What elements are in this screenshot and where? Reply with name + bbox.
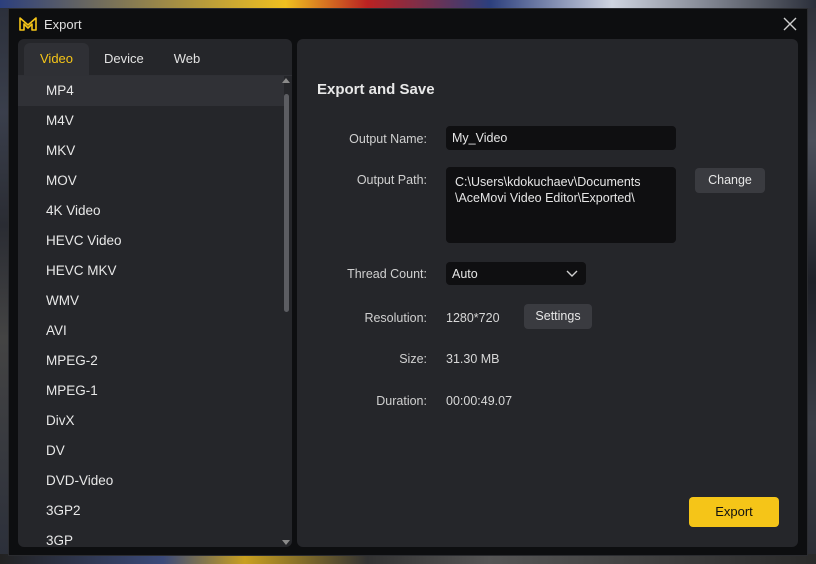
acemovi-logo-icon: [19, 17, 37, 31]
format-item-wmv[interactable]: WMV: [18, 286, 284, 316]
format-tabs: Video Device Web: [24, 43, 215, 75]
scrollbar-thumb[interactable]: [284, 94, 289, 312]
export-settings-panel: Export and Save Output Name: My_Video Ou…: [297, 39, 798, 547]
output-path-line-2: \AceMovi Video Editor\Exported\: [455, 191, 635, 205]
tab-web[interactable]: Web: [159, 43, 216, 75]
scroll-down-arrow-icon[interactable]: [282, 540, 290, 545]
change-path-button[interactable]: Change: [695, 168, 765, 193]
close-icon[interactable]: [781, 15, 799, 33]
output-name-label: Output Name:: [349, 132, 427, 146]
thread-count-select[interactable]: Auto: [446, 262, 586, 285]
resolution-settings-button[interactable]: Settings: [524, 304, 592, 329]
export-button[interactable]: Export: [689, 497, 779, 527]
format-item-dv[interactable]: DV: [18, 436, 284, 466]
format-item-dvd-video[interactable]: DVD-Video: [18, 466, 284, 496]
title-bar: Export: [9, 9, 807, 39]
export-dialog: Export Video Device Web MP4 M4V MKV MOV …: [8, 8, 808, 556]
format-item-mpeg-2[interactable]: MPEG-2: [18, 346, 284, 376]
thread-count-label: Thread Count:: [347, 267, 427, 281]
format-list: MP4 M4V MKV MOV 4K Video HEVC Video HEVC…: [18, 76, 284, 547]
tab-device[interactable]: Device: [89, 43, 159, 75]
format-list-scrollbar[interactable]: [282, 76, 290, 547]
chevron-down-icon: [566, 270, 578, 277]
background-app-top: [0, 0, 816, 8]
size-label: Size:: [399, 352, 427, 366]
output-name-input[interactable]: My_Video: [446, 126, 676, 150]
format-item-mp4[interactable]: MP4: [18, 76, 284, 106]
format-item-m4v[interactable]: M4V: [18, 106, 284, 136]
duration-value: 00:00:49.07: [446, 394, 513, 408]
format-item-divx[interactable]: DivX: [18, 406, 284, 436]
format-item-mkv[interactable]: MKV: [18, 136, 284, 166]
duration-label: Duration:: [376, 394, 427, 408]
format-item-avi[interactable]: AVI: [18, 316, 284, 346]
thread-count-value: Auto: [452, 267, 478, 281]
format-panel: Video Device Web MP4 M4V MKV MOV 4K Vide…: [18, 39, 292, 547]
output-path-field[interactable]: C:\Users\kdokuchaev\Documents \AceMovi V…: [446, 167, 676, 243]
format-item-mov[interactable]: MOV: [18, 166, 284, 196]
format-item-mpeg-1[interactable]: MPEG-1: [18, 376, 284, 406]
format-item-hevc-mkv[interactable]: HEVC MKV: [18, 256, 284, 286]
format-item-hevc-video[interactable]: HEVC Video: [18, 226, 284, 256]
format-item-3gp2[interactable]: 3GP2: [18, 496, 284, 526]
resolution-label: Resolution:: [364, 311, 427, 325]
format-item-3gp[interactable]: 3GP: [18, 526, 284, 547]
output-path-label: Output Path:: [356, 173, 427, 187]
size-value: 31.30 MB: [446, 352, 500, 366]
scroll-up-arrow-icon[interactable]: [282, 78, 290, 83]
format-item-4k-video[interactable]: 4K Video: [18, 196, 284, 226]
resolution-value: 1280*720: [446, 311, 500, 325]
section-title: Export and Save: [317, 81, 435, 98]
output-path-line-1: C:\Users\kdokuchaev\Documents: [455, 175, 641, 189]
tab-video[interactable]: Video: [24, 43, 90, 75]
window-title: Export: [44, 17, 82, 32]
